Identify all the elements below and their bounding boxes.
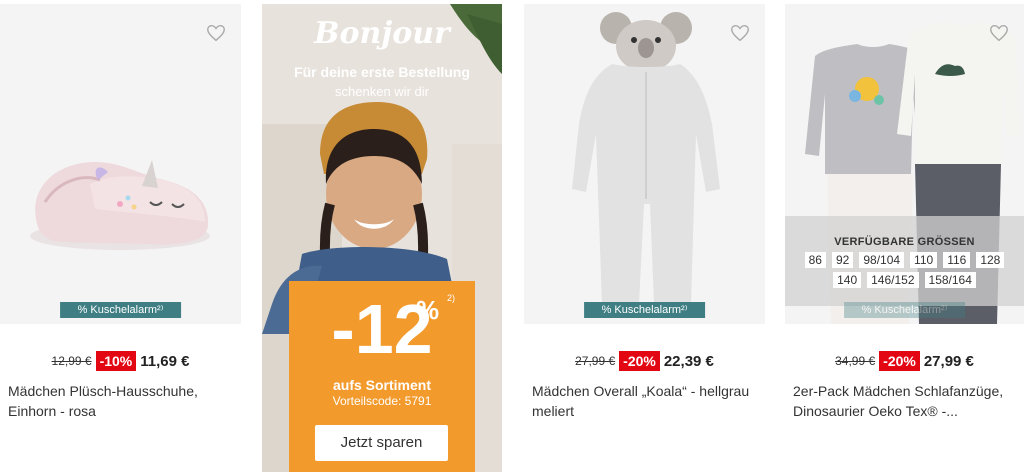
promo-offer-box: -12 % 2) aufs Sortiment Vorteilscode: 57… xyxy=(289,281,475,472)
product-title[interactable]: Mädchen Overall „Koala“ - hellgrau melie… xyxy=(532,381,761,421)
product-title[interactable]: Mädchen Plüsch-Hausschuhe, Einhorn - ros… xyxy=(8,381,237,421)
current-price: 11,69 € xyxy=(140,352,190,370)
size-option[interactable]: 146/152 xyxy=(867,272,919,288)
koala-overall-image xyxy=(572,12,720,304)
heart-outline-icon[interactable] xyxy=(729,22,751,44)
price-row: 12,99 € -10% 11,69 € xyxy=(0,351,241,371)
discount-badge: -10% xyxy=(95,351,137,371)
discount-badge: -20% xyxy=(879,351,920,371)
promo-footnote: 2) xyxy=(447,293,456,303)
price-row: 34,99 € -20% 27,99 € xyxy=(785,351,1024,371)
old-price: 34,99 € xyxy=(835,354,876,368)
product-card[interactable]: % Kuschelalarm²⁾ 12,99 € -10% 11,69 € Mä… xyxy=(0,0,241,472)
promo-code: Vorteilscode: 5791 xyxy=(332,394,432,408)
promo-banner[interactable]: Bonjour Für deine erste Bestellung schen… xyxy=(262,4,502,472)
discount-badge: -20% xyxy=(619,351,660,371)
unicorn-slipper-image xyxy=(30,160,210,250)
promo-badge: % Kuschelalarm²⁾ xyxy=(843,302,966,318)
product-card[interactable]: VERFÜGBARE GRÖSSEN 86 92 98/104 110 116 … xyxy=(785,0,1024,472)
heart-outline-icon[interactable] xyxy=(988,22,1010,44)
product-grid: % Kuschelalarm²⁾ 12,99 € -10% 11,69 € Mä… xyxy=(0,0,1024,472)
promo-badge: % Kuschelalarm²⁾ xyxy=(583,302,706,318)
available-sizes-overlay: VERFÜGBARE GRÖSSEN 86 92 98/104 110 116 … xyxy=(785,216,1024,306)
jetzt-sparen-button[interactable]: Jetzt sparen xyxy=(315,425,448,461)
size-option[interactable]: 98/104 xyxy=(859,252,905,268)
sizes-title: VERFÜGBARE GRÖSSEN xyxy=(834,236,975,248)
product-title[interactable]: 2er-Pack Mädchen Schlafanzüge, Dinosauri… xyxy=(793,381,1020,421)
current-price: 22,39 € xyxy=(663,352,714,370)
size-option[interactable]: 110 xyxy=(910,252,938,268)
size-option[interactable]: 116 xyxy=(943,252,971,268)
sizes-row-1: 86 92 98/104 110 116 128 xyxy=(785,252,1024,268)
promo-line-2: schenken wir dir xyxy=(335,84,429,99)
promo-badge: % Kuschelalarm²⁾ xyxy=(59,302,182,318)
product-image[interactable]: VERFÜGBARE GRÖSSEN 86 92 98/104 110 116 … xyxy=(785,4,1024,324)
promo-headline: Bonjour xyxy=(314,16,450,51)
promo-offer-text: aufs Sortiment xyxy=(332,377,431,393)
old-price: 27,99 € xyxy=(575,354,616,368)
price-row: 27,99 € -20% 22,39 € xyxy=(524,351,765,371)
promo-percent-sign: % xyxy=(416,295,440,325)
current-price: 27,99 € xyxy=(923,352,974,370)
product-image[interactable]: % Kuschelalarm²⁾ xyxy=(0,4,241,324)
size-option[interactable]: 140 xyxy=(833,272,862,288)
size-option[interactable]: 86 xyxy=(804,252,826,268)
size-option[interactable]: 92 xyxy=(831,252,854,268)
sizes-row-2: 140 146/152 158/164 xyxy=(785,272,1024,288)
product-image[interactable]: % Kuschelalarm²⁾ xyxy=(524,4,765,324)
promo-line-1: Für deine erste Bestellung xyxy=(294,64,470,80)
size-option[interactable]: 128 xyxy=(976,252,1005,268)
size-option[interactable]: 158/164 xyxy=(924,272,976,288)
old-price: 12,99 € xyxy=(51,354,92,368)
heart-outline-icon[interactable] xyxy=(205,22,227,44)
product-card[interactable]: % Kuschelalarm²⁾ 27,99 € -20% 22,39 € Mä… xyxy=(524,0,765,472)
